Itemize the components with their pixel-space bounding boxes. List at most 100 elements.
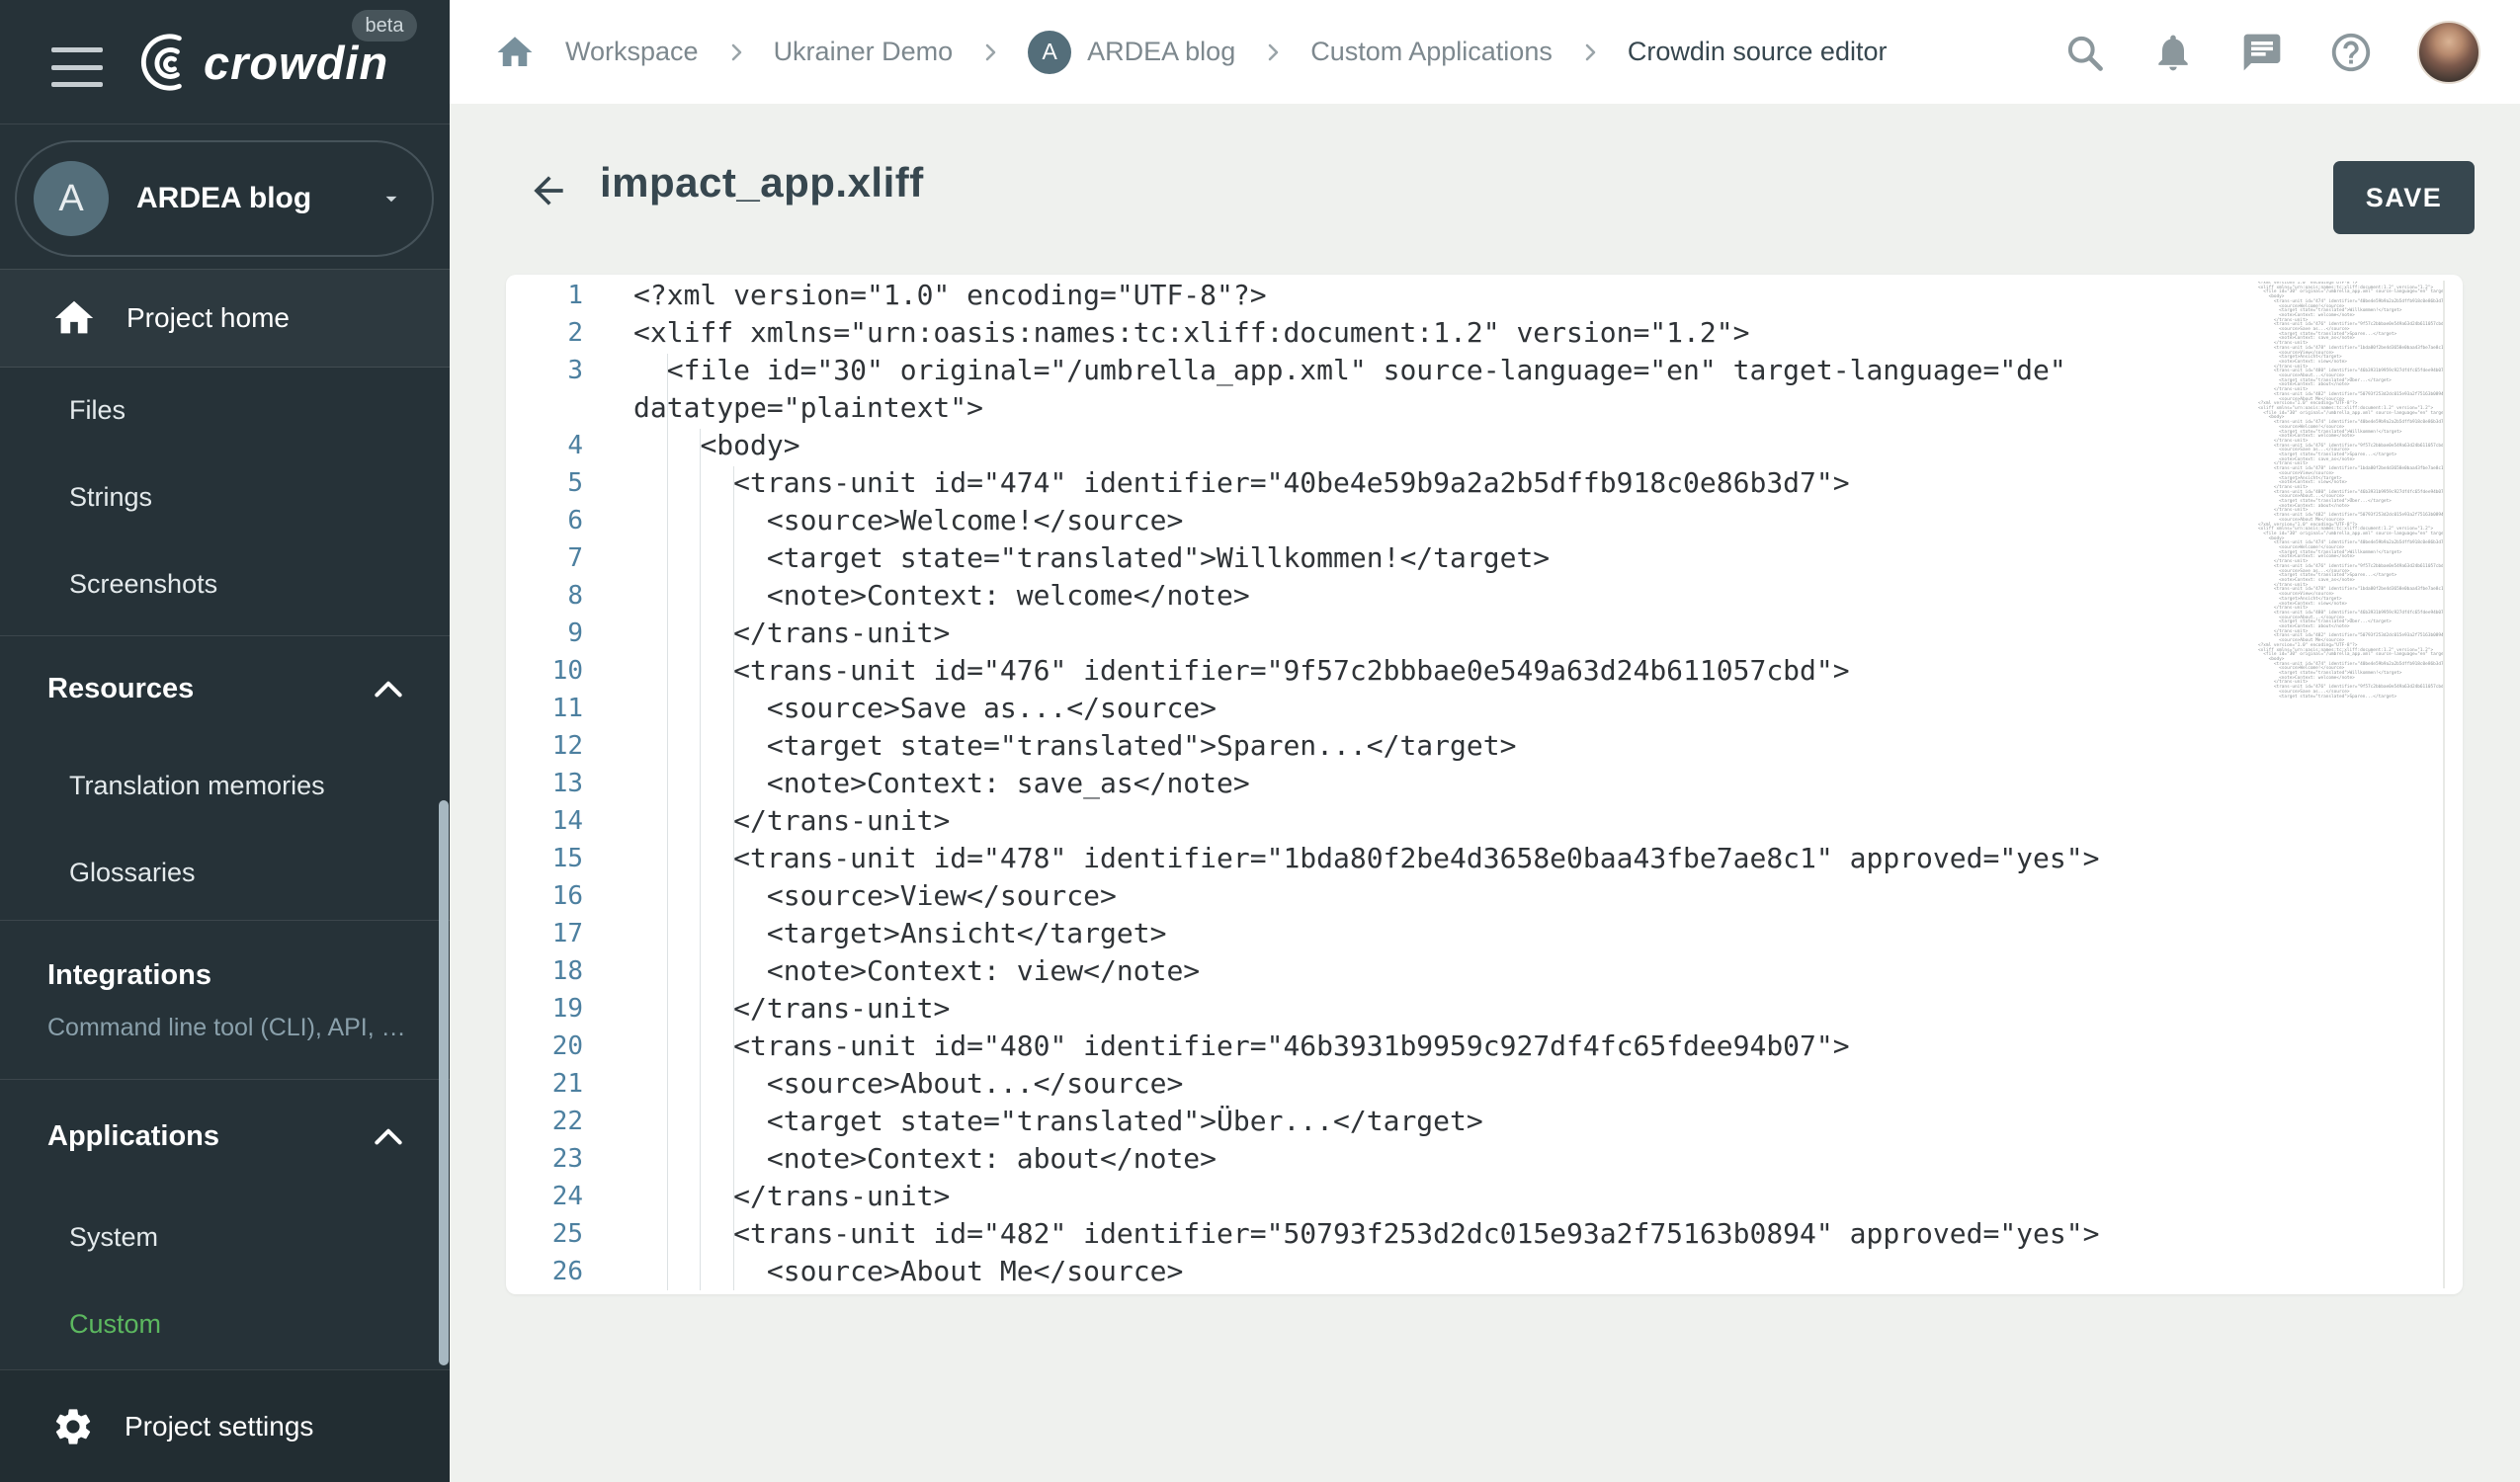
code-line[interactable]: 16 <source>View</source> xyxy=(506,877,2463,915)
code-text: </trans-unit> xyxy=(633,990,950,1028)
sidebar-item-custom[interactable]: Custom xyxy=(0,1280,450,1367)
minimap[interactable]: <?xml version="1.0" encoding="UTF-8"?> <… xyxy=(2258,282,2443,699)
code-line[interactable]: 26 <source>About Me</source> xyxy=(506,1253,2463,1290)
code-line[interactable]: 3 <file id="30" original="/umbrella_app.… xyxy=(506,352,2463,427)
breadcrumb-home-icon[interactable] xyxy=(494,32,536,73)
code-line[interactable]: 8 <note>Context: welcome</note> xyxy=(506,577,2463,615)
chevron-up-icon xyxy=(375,1127,402,1145)
beta-badge: beta xyxy=(352,10,417,41)
messages-icon[interactable] xyxy=(2239,30,2285,75)
code-text: <note>Context: about</note> xyxy=(633,1140,1217,1178)
code-line[interactable]: 10 <trans-unit id="476" identifier="9f57… xyxy=(506,652,2463,690)
gear-icon xyxy=(51,1405,95,1448)
sidebar-item-glossaries[interactable]: Glossaries xyxy=(0,829,450,916)
back-arrow-icon[interactable] xyxy=(527,169,570,212)
code-line[interactable]: 6 <source>Welcome!</source> xyxy=(506,502,2463,539)
line-number: 7 xyxy=(506,539,601,577)
code-text: <trans-unit id="478" identifier="1bda80f… xyxy=(633,840,2099,877)
code-line[interactable]: 21 <source>About...</source> xyxy=(506,1065,2463,1103)
sidebar-item-screenshots[interactable]: Screenshots xyxy=(0,540,450,627)
help-icon[interactable] xyxy=(2328,30,2374,75)
sidebar-item-label: Files xyxy=(69,395,126,426)
save-button[interactable]: SAVE xyxy=(2333,161,2475,234)
section-title: Applications xyxy=(47,1120,375,1153)
section-title: Resources xyxy=(47,673,375,705)
header-actions xyxy=(2061,21,2480,84)
code-line[interactable]: 19 </trans-unit> xyxy=(506,990,2463,1028)
sidebar-item-project-settings[interactable]: Project settings xyxy=(0,1369,450,1482)
sidebar-item-label-active: Custom xyxy=(69,1309,161,1340)
line-number: 20 xyxy=(506,1028,601,1065)
sidebar-scrollbar[interactable] xyxy=(439,800,449,1365)
breadcrumb-project[interactable]: A ARDEA blog xyxy=(1028,31,1235,74)
code-line[interactable]: 25 <trans-unit id="482" identifier="5079… xyxy=(506,1215,2463,1253)
breadcrumb-workspace[interactable]: Workspace xyxy=(565,37,699,67)
section-subtitle: Command line tool (CLI), API, … xyxy=(47,1014,406,1042)
sidebar-item-project-home[interactable]: Project home xyxy=(0,269,450,368)
sidebar-item-label: Strings xyxy=(69,482,152,513)
code-line[interactable]: 2 <xliff xmlns="urn:oasis:names:tc:xliff… xyxy=(506,314,2463,352)
line-number: 13 xyxy=(506,765,601,802)
sidebar-item-label: Screenshots xyxy=(69,569,217,600)
code-text: </trans-unit> xyxy=(633,802,950,840)
code-line[interactable]: 9 </trans-unit> xyxy=(506,615,2463,652)
chevron-right-icon xyxy=(1578,41,1602,64)
sidebar-section-integrations[interactable]: Integrations Command line tool (CLI), AP… xyxy=(0,920,450,1079)
code-text: <source>About Me</source> xyxy=(633,1253,1183,1290)
code-line[interactable]: 20 <trans-unit id="480" identifier="46b3… xyxy=(506,1028,2463,1065)
sidebar-item-strings[interactable]: Strings xyxy=(0,453,450,540)
code-line[interactable]: 18 <note>Context: view</note> xyxy=(506,952,2463,990)
line-number: 2 xyxy=(506,314,601,352)
code-line[interactable]: 11 <source>Save as...</source> xyxy=(506,690,2463,727)
code-line[interactable]: 14 </trans-unit> xyxy=(506,802,2463,840)
code-line[interactable]: 1 <?xml version="1.0" encoding="UTF-8"?> xyxy=(506,277,2463,314)
code-line[interactable]: 23 <note>Context: about</note> xyxy=(506,1140,2463,1178)
project-selector[interactable]: A ARDEA blog xyxy=(15,140,434,257)
code-line[interactable]: 15 <trans-unit id="478" identifier="1bda… xyxy=(506,840,2463,877)
line-number: 8 xyxy=(506,577,601,615)
code-line[interactable]: 22 <target state="translated">Über...</t… xyxy=(506,1103,2463,1140)
sidebar-item-system[interactable]: System xyxy=(0,1194,450,1280)
home-icon xyxy=(51,295,97,341)
code-text: <?xml version="1.0" encoding="UTF-8"?> xyxy=(633,277,1267,314)
breadcrumb-project-label: ARDEA blog xyxy=(1087,37,1235,67)
breadcrumb: Workspace Ukrainer Demo A ARDEA blog Cus… xyxy=(494,31,2061,74)
sidebar-item-translation-memories[interactable]: Translation memories xyxy=(0,742,450,829)
crowdin-logo[interactable]: crowdin xyxy=(125,30,388,95)
top-header: Workspace Ukrainer Demo A ARDEA blog Cus… xyxy=(450,0,2520,104)
search-icon[interactable] xyxy=(2061,30,2107,75)
chevron-right-icon xyxy=(724,41,748,64)
breadcrumb-org[interactable]: Ukrainer Demo xyxy=(774,37,954,67)
notifications-icon[interactable] xyxy=(2150,30,2196,75)
breadcrumb-current: Crowdin source editor xyxy=(1628,37,1888,67)
sidebar-item-label: Project home xyxy=(126,302,290,334)
line-number: 18 xyxy=(506,952,601,990)
sidebar-section-applications[interactable]: Applications xyxy=(0,1079,450,1194)
chevron-up-icon xyxy=(375,680,402,698)
sidebar-section-resources[interactable]: Resources xyxy=(0,635,450,742)
code-line[interactable]: 17 <target>Ansicht</target> xyxy=(506,915,2463,952)
sidebar-item-files[interactable]: Files xyxy=(0,367,450,453)
project-name: ARDEA blog xyxy=(136,182,378,215)
code-line[interactable]: 13 <note>Context: save_as</note> xyxy=(506,765,2463,802)
line-number: 21 xyxy=(506,1065,601,1103)
sidebar: crowdin beta A ARDEA blog Project home F… xyxy=(0,0,450,1482)
code-line[interactable]: 12 <target state="translated">Sparen...<… xyxy=(506,727,2463,765)
line-number: 9 xyxy=(506,615,601,652)
code-line[interactable]: 7 <target state="translated">Willkommen!… xyxy=(506,539,2463,577)
line-number: 15 xyxy=(506,840,601,877)
crowdin-wordmark: crowdin xyxy=(204,36,388,90)
line-number: 26 xyxy=(506,1253,601,1290)
line-number: 10 xyxy=(506,652,601,690)
menu-hamburger-icon[interactable] xyxy=(51,47,103,87)
code-line[interactable]: 5 <trans-unit id="474" identifier="40be4… xyxy=(506,464,2463,502)
section-title: Integrations xyxy=(47,959,211,992)
user-avatar[interactable] xyxy=(2417,21,2480,84)
code-text: </trans-unit> xyxy=(633,615,950,652)
line-number: 22 xyxy=(506,1103,601,1140)
code-text: <source>Save as...</source> xyxy=(633,690,1217,727)
crowdin-logo-icon xyxy=(125,32,196,93)
code-line[interactable]: 24 </trans-unit> xyxy=(506,1178,2463,1215)
code-line[interactable]: 4 <body> xyxy=(506,427,2463,464)
breadcrumb-section[interactable]: Custom Applications xyxy=(1310,37,1553,67)
